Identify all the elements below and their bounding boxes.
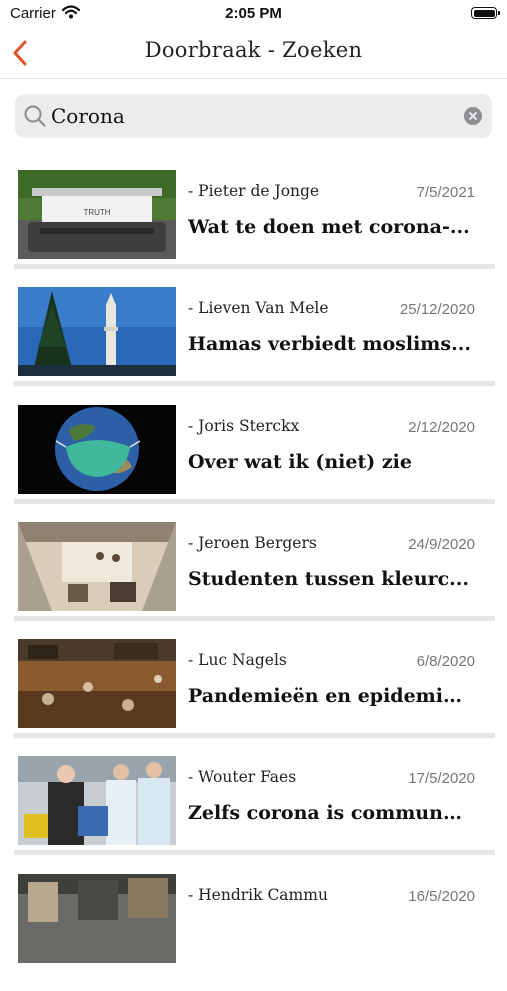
clock: 2:05 PM — [225, 5, 282, 22]
search-bar — [15, 94, 492, 138]
divider — [14, 381, 495, 387]
article-thumbnail: TRUTH — [18, 170, 176, 259]
article-title: Pandemieën en epidemie... — [188, 685, 474, 708]
article-author: - Jeroen Bergers — [188, 533, 317, 552]
article-title: Over wat ik (niet) zie — [188, 450, 412, 473]
article-date: 25/12/2020 — [399, 301, 475, 319]
navigation-bar: Doorbraak - Zoeken — [0, 28, 507, 79]
page-title: Doorbraak - Zoeken — [144, 38, 363, 62]
divider — [14, 264, 495, 269]
article-list: TRUTH - Pieter de Jonge 7/5/2021 Wat te … — [0, 170, 507, 991]
article-date: 7/5/2021 — [416, 184, 475, 201]
article-item[interactable]: - Luc Nagels 6/8/2020 Pandemieën en epid… — [0, 639, 507, 756]
search-input[interactable] — [51, 100, 451, 132]
article-author: - Lieven Van Mele — [188, 299, 329, 318]
article-title: Hamas verbiedt moslims... — [188, 333, 471, 356]
article-title: Studenten tussen kleurc... — [188, 567, 470, 590]
article-title: Wat te doen met corona-... — [188, 216, 470, 238]
divider — [14, 615, 495, 621]
status-bar: Carrier 2:05 PM — [0, 0, 507, 28]
article-date: 6/8/2020 — [416, 653, 475, 671]
article-item[interactable]: - Jeroen Bergers 24/9/2020 Studenten tus… — [0, 521, 507, 639]
article-thumbnail — [18, 404, 176, 494]
thumbnail-text: TRUTH — [83, 208, 110, 217]
article-item[interactable]: - Wouter Faes 17/5/2020 Zelfs corona is … — [0, 756, 507, 873]
article-author: - Luc Nagels — [188, 651, 287, 670]
article-item[interactable]: - Hendrik Cammu 16/5/2020 — [0, 873, 507, 991]
article-date: 17/5/2020 — [408, 770, 475, 788]
article-author: - Joris Sterckx — [188, 416, 300, 435]
article-thumbnail — [18, 873, 176, 963]
article-title: Zelfs corona is communa... — [188, 802, 474, 825]
search-icon — [23, 104, 47, 133]
article-thumbnail — [18, 639, 176, 729]
clear-search-button[interactable] — [464, 107, 482, 125]
article-date: 16/5/2020 — [408, 887, 475, 905]
article-author: - Pieter de Jonge — [188, 182, 320, 200]
article-thumbnail — [18, 756, 176, 846]
article-date: 24/9/2020 — [408, 535, 475, 553]
article-item[interactable]: TRUTH - Pieter de Jonge 7/5/2021 Wat te … — [0, 170, 507, 287]
article-item[interactable]: - Joris Sterckx 2/12/2020 Over wat ik (n… — [0, 404, 507, 522]
divider — [14, 498, 495, 504]
article-thumbnail — [18, 287, 176, 377]
article-author: - Hendrik Cammu — [188, 885, 328, 904]
article-author: - Wouter Faes — [188, 768, 297, 787]
divider — [14, 850, 495, 856]
divider — [14, 733, 495, 739]
article-item[interactable]: - Lieven Van Mele 25/12/2020 Hamas verbi… — [0, 287, 507, 404]
article-thumbnail — [18, 521, 176, 611]
battery-icon — [471, 7, 500, 19]
article-date: 2/12/2020 — [408, 418, 475, 436]
